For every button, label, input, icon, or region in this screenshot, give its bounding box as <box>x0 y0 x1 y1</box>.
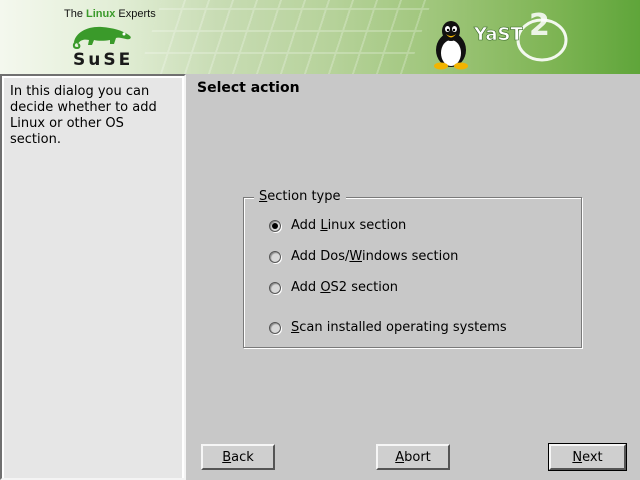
radio-label: Scan installed operating systems <box>291 320 507 335</box>
radio-indicator[interactable] <box>269 321 281 334</box>
radio-scan-installed-os[interactable]: Scan installed operating systems <box>269 320 507 335</box>
suse-logo-text: SuSE <box>73 50 134 70</box>
header-banner: The Linux Experts SuSE 2 YaST <box>0 0 640 74</box>
suse-chameleon-icon <box>72 26 131 50</box>
radio-indicator[interactable] <box>269 250 281 263</box>
abort-button[interactable]: Abort <box>376 444 450 470</box>
help-text: In this dialog you can decide whether to… <box>4 78 182 478</box>
radio-selected-indicator[interactable] <box>269 219 281 232</box>
tux-penguin-icon <box>434 21 468 70</box>
page-title: Select action <box>197 80 300 96</box>
group-title: Section type <box>254 189 346 204</box>
main-content: Select action Section type Add Linux sec… <box>186 74 640 480</box>
radio-label: Add Linux section <box>291 218 407 233</box>
back-button[interactable]: Back <box>201 444 275 470</box>
radio-label: Add Dos/Windows section <box>291 249 459 264</box>
keyboard-backdrop <box>137 0 433 74</box>
radio-label: Add OS2 section <box>291 280 399 295</box>
section-type-group: Section type Add Linux section Add Dos/W… <box>243 189 582 348</box>
svg-text:2: 2 <box>529 8 550 43</box>
radio-add-dos-windows-section[interactable]: Add Dos/Windows section <box>269 249 458 264</box>
radio-indicator[interactable] <box>269 281 281 294</box>
help-panel: In this dialog you can decide whether to… <box>0 74 186 480</box>
radio-add-os2-section[interactable]: Add OS2 section <box>269 280 398 295</box>
radio-add-linux-section[interactable]: Add Linux section <box>269 218 406 233</box>
next-button[interactable]: Next <box>548 443 627 471</box>
svg-text:YaST: YaST <box>473 24 523 45</box>
yast-logo-icon: 2 YaST <box>473 8 568 62</box>
tagline: The Linux Experts <box>64 8 156 20</box>
